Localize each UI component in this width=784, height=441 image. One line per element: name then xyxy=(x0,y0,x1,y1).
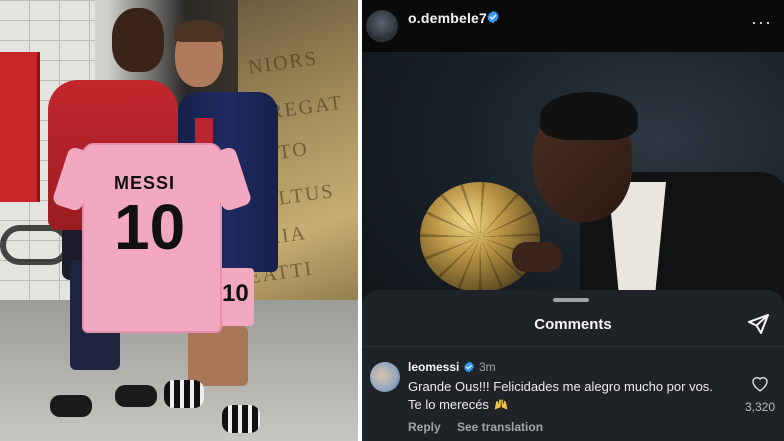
comments-title: Comments xyxy=(534,316,612,333)
post-header: o.dembele7 ··· xyxy=(362,0,784,52)
instagram-screen: o.dembele7 ··· Comments leomessi 3m Gran… xyxy=(362,0,784,441)
avatar[interactable] xyxy=(366,10,398,42)
like-count: 3,320 xyxy=(744,400,776,414)
verified-badge-icon xyxy=(487,10,499,24)
comment-timestamp: 3m xyxy=(479,360,496,374)
drag-handle[interactable] xyxy=(553,298,589,302)
photo-messi-dembele: NIORS E REGAT ORTO VELTUS EMIA EATTI 10 … xyxy=(0,0,358,441)
comment-avatar[interactable] xyxy=(370,362,400,392)
send-icon[interactable] xyxy=(746,312,770,336)
comment-text: Grande Ous!!! Felicidades me alegro much… xyxy=(408,378,728,414)
post-username[interactable]: o.dembele7 xyxy=(408,10,487,26)
verified-badge-icon xyxy=(464,361,474,373)
cables xyxy=(0,225,70,265)
more-icon[interactable]: ··· xyxy=(751,12,772,33)
comment-username[interactable]: leomessi xyxy=(408,360,459,374)
comment-body: Grande Ous!!! Felicidades me alegro much… xyxy=(408,379,713,412)
see-translation-button[interactable]: See translation xyxy=(457,420,543,434)
shorts-number: 10 xyxy=(222,280,249,307)
reply-button[interactable]: Reply xyxy=(408,420,441,434)
jersey-number: 10 xyxy=(114,191,186,263)
red-cabinet xyxy=(0,52,40,202)
comments-sheet: Comments leomessi 3m Grande Ous!!! Felic… xyxy=(362,290,784,441)
divider xyxy=(362,346,784,347)
heart-icon[interactable] xyxy=(750,374,770,392)
pink-jersey: MESSI 10 xyxy=(51,143,253,333)
raised-hands-icon xyxy=(494,399,507,410)
